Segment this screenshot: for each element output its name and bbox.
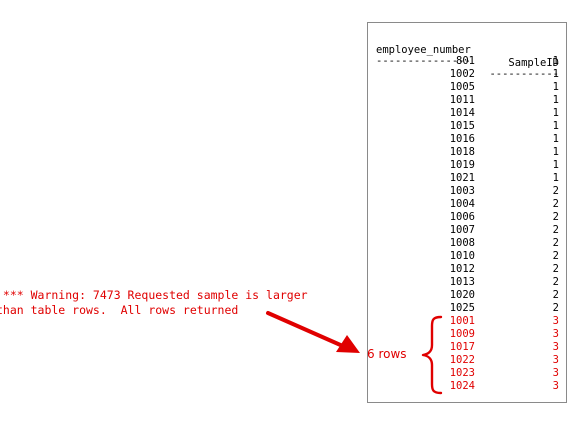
table-row[interactable]: 1009 3 (368, 328, 566, 341)
cell-employee-number: 1018 (449, 146, 475, 158)
cell-employee-number: 1014 (449, 107, 475, 119)
table-row[interactable]: 1005 1 (368, 81, 566, 94)
cell-employee-number: 1005 (449, 81, 475, 93)
cell-employee-number: 1023 (449, 367, 475, 379)
cell-sample-id: 3 (552, 354, 559, 366)
cell-employee-number: 1004 (449, 198, 475, 210)
table-row[interactable]: 1015 1 (368, 120, 566, 133)
table-row[interactable]: 1003 2 (368, 185, 566, 198)
cell-sample-id: 2 (552, 302, 559, 314)
warning-message: *** Warning: 7473 Requested sample is la… (0, 288, 346, 318)
table-row[interactable]: 1013 2 (368, 276, 566, 289)
cell-sample-id: 2 (552, 224, 559, 236)
table-row[interactable]: 1008 2 (368, 237, 566, 250)
cell-employee-number: 1009 (449, 328, 475, 340)
cell-sample-id: 3 (552, 367, 559, 379)
cell-employee-number: 1010 (449, 250, 475, 262)
cell-sample-id: 1 (552, 146, 559, 158)
arrow-icon (266, 311, 360, 353)
table-row[interactable]: 1012 2 (368, 263, 566, 276)
cell-employee-number: 1019 (449, 159, 475, 171)
cell-employee-number: 1011 (449, 94, 475, 106)
table-row[interactable]: 1020 2 (368, 289, 566, 302)
cell-employee-number: 1025 (449, 302, 475, 314)
table-row[interactable]: 1001 3 (368, 315, 566, 328)
cell-sample-id: 1 (552, 81, 559, 93)
cell-employee-number: 1003 (449, 185, 475, 197)
cell-employee-number: 1007 (449, 224, 475, 236)
header-separator-row: --------------- ----------- (368, 42, 566, 80)
table-row[interactable]: 1023 3 (368, 367, 566, 380)
cell-sample-id: 3 (552, 328, 559, 340)
table-row[interactable]: 1004 2 (368, 198, 566, 211)
cell-employee-number: 1008 (449, 237, 475, 249)
table-row[interactable]: 1021 1 (368, 172, 566, 185)
cell-employee-number: 1001 (449, 315, 475, 327)
cell-sample-id: 1 (552, 107, 559, 119)
rows-count-label: 6 rows (367, 347, 407, 361)
warning-line-1: *** Warning: 7473 Requested sample is la… (0, 288, 308, 302)
cell-employee-number: 1021 (449, 172, 475, 184)
cell-sample-id: 2 (552, 250, 559, 262)
cell-sample-id: 2 (552, 211, 559, 223)
cell-sample-id: 2 (552, 289, 559, 301)
cell-sample-id: 1 (552, 55, 559, 67)
cell-employee-number: 1024 (449, 380, 475, 392)
cell-employee-number: 1006 (449, 211, 475, 223)
cell-sample-id: 1 (552, 159, 559, 171)
cell-sample-id: 1 (552, 94, 559, 106)
table-row[interactable]: 1010 2 (368, 250, 566, 263)
table-row[interactable]: 1016 1 (368, 133, 566, 146)
cell-employee-number: 1002 (449, 68, 475, 80)
cell-sample-id: 2 (552, 198, 559, 210)
cell-employee-number: 1012 (449, 263, 475, 275)
cell-sample-id: 1 (552, 172, 559, 184)
warning-line-2: than table rows. All rows returned (0, 303, 239, 317)
cell-employee-number: 1013 (449, 276, 475, 288)
table-row[interactable]: 1002 1 (368, 68, 566, 81)
cell-sample-id: 2 (552, 276, 559, 288)
table-row[interactable]: 1018 1 (368, 146, 566, 159)
table-row[interactable]: 1019 1 (368, 159, 566, 172)
cell-employee-number: 1015 (449, 120, 475, 132)
cell-sample-id: 2 (552, 185, 559, 197)
cell-sample-id: 1 (552, 133, 559, 145)
cell-sample-id: 3 (552, 341, 559, 353)
result-grid: employee_number SampleID ---------------… (367, 22, 567, 403)
cell-sample-id: 3 (552, 315, 559, 327)
cell-sample-id: 2 (552, 263, 559, 275)
table-row[interactable]: 1014 1 (368, 107, 566, 120)
table-row[interactable]: 801 1 (368, 55, 566, 68)
table-row[interactable]: 1025 2 (368, 302, 566, 315)
table-row[interactable]: 1024 3 (368, 380, 566, 393)
table-row[interactable]: 1007 2 (368, 224, 566, 237)
table-row[interactable]: 1006 2 (368, 211, 566, 224)
cell-sample-id: 1 (552, 68, 559, 80)
cell-sample-id: 3 (552, 380, 559, 392)
cell-sample-id: 2 (552, 237, 559, 249)
cell-employee-number: 801 (456, 55, 475, 67)
cell-sample-id: 1 (552, 120, 559, 132)
cell-employee-number: 1020 (449, 289, 475, 301)
table-row[interactable]: 1011 1 (368, 94, 566, 107)
cell-employee-number: 1016 (449, 133, 475, 145)
